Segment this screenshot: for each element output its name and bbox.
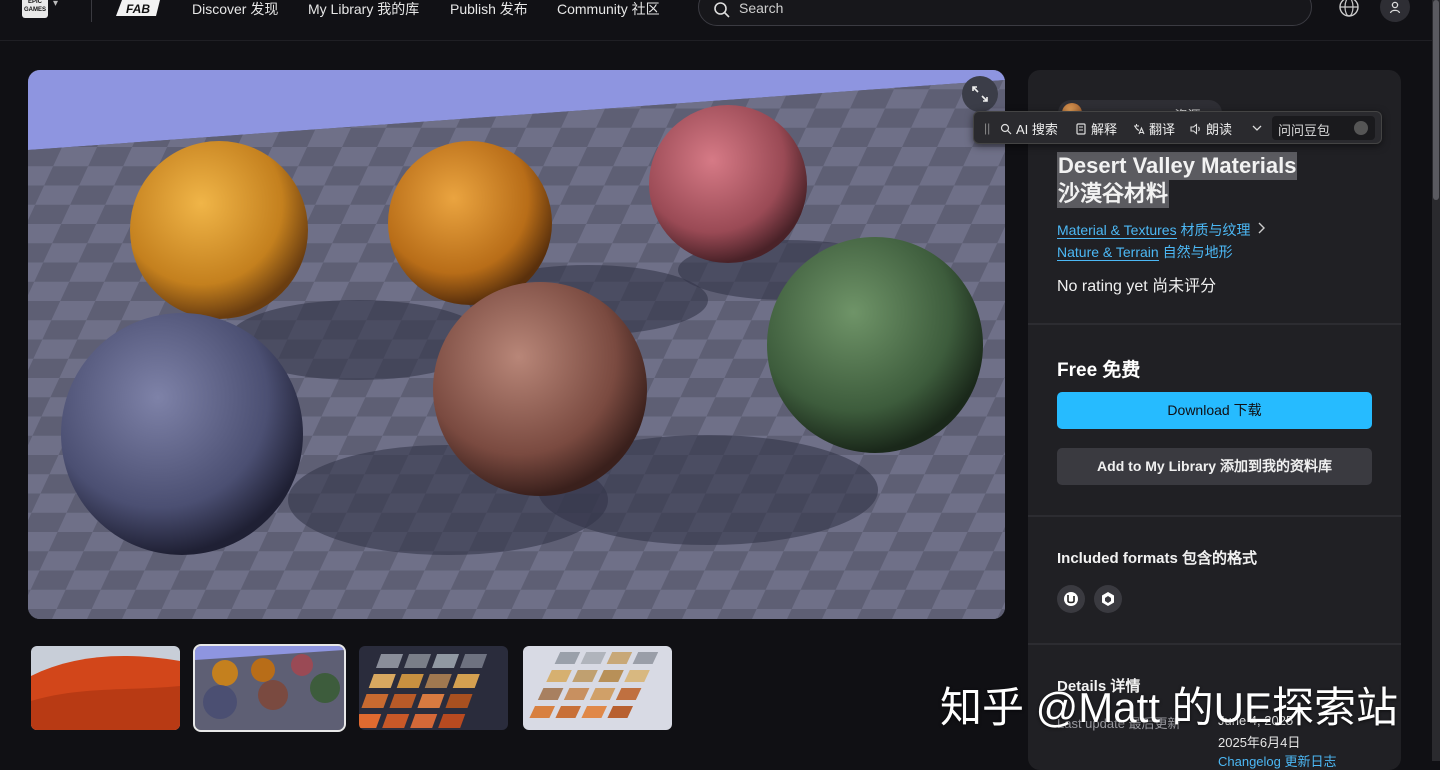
epic-logo-text: EPIC GAMES [23, 0, 46, 13]
globe-icon[interactable] [1338, 0, 1360, 18]
download-button[interactable]: Download 下载 [1057, 392, 1372, 429]
read-aloud-button[interactable]: 朗读 [1190, 119, 1232, 138]
unity-icon[interactable] [1094, 585, 1122, 613]
material-spheres-image [28, 70, 1005, 619]
translate-button[interactable]: 翻译 [1133, 119, 1175, 138]
ai-search-button[interactable]: AI 搜索 [1000, 119, 1058, 138]
search-input[interactable]: Search [698, 0, 1312, 26]
category-label-en: Nature & Terrain [1057, 244, 1159, 261]
thumbnail-material-spheres[interactable] [193, 644, 346, 732]
nav-link-discover[interactable]: Discover 发现 [192, 0, 278, 19]
thumbnail-red-terrain[interactable] [31, 646, 180, 730]
unreal-engine-glyph [1064, 592, 1078, 606]
speaker-icon [1190, 123, 1200, 135]
search-icon [1000, 123, 1012, 135]
main-media-viewer[interactable] [28, 70, 1005, 619]
drag-handle-icon[interactable]: || [984, 121, 990, 135]
translate-icon [1134, 124, 1145, 135]
top-navigation: EPIC GAMES ▾ FAB Discover 发现 My Library … [0, 0, 1432, 41]
fab-logo[interactable]: FAB [114, 0, 162, 20]
rating-text: No rating yet 尚未评分 [1057, 278, 1217, 295]
unity-glyph [1102, 592, 1114, 606]
chevron-down-icon[interactable]: ▾ [53, 0, 58, 9]
page-scrollbar[interactable] [1432, 0, 1440, 761]
explain-button[interactable]: 解释 [1075, 119, 1117, 138]
category-label-cn: 材质与纹理 [1180, 222, 1251, 238]
thumbnail-material-tiles-light[interactable] [523, 646, 672, 730]
document-icon [1076, 123, 1086, 135]
category-link-materials[interactable]: Material & Textures 材质与纹理 [1057, 220, 1250, 240]
read-aloud-label: 朗读 [1206, 122, 1233, 137]
nav-divider [91, 0, 92, 22]
unreal-engine-icon[interactable] [1057, 585, 1085, 613]
thumbnail-image [523, 646, 672, 730]
nav-link-community[interactable]: Community 社区 [557, 0, 660, 19]
section-divider [1028, 515, 1401, 517]
product-title-en: Desert Valley Materials [1057, 152, 1298, 180]
thumbnail-material-tiles-warm[interactable] [359, 646, 508, 730]
ai-question-input[interactable]: 问问豆包 [1272, 116, 1375, 140]
thumbnail-image [195, 646, 344, 730]
thumbnail-image [359, 646, 508, 730]
product-title-cn: 沙漠谷材料 [1057, 180, 1170, 208]
fullscreen-button[interactable] [962, 76, 998, 112]
user-icon [1389, 1, 1401, 14]
send-icon[interactable] [1354, 121, 1368, 135]
search-icon [714, 2, 730, 18]
nav-link-publish[interactable]: Publish 发布 [450, 0, 528, 19]
section-divider [1028, 323, 1401, 325]
ai-input-placeholder: 问问豆包 [1278, 123, 1331, 138]
ai-search-label: AI 搜索 [1016, 122, 1058, 137]
user-avatar[interactable] [1380, 0, 1410, 22]
explain-label: 解释 [1091, 122, 1118, 137]
price-label: Free 免费 [1057, 360, 1141, 381]
translate-label: 翻译 [1149, 122, 1176, 137]
add-to-library-button[interactable]: Add to My Library 添加到我的资料库 [1057, 448, 1372, 485]
chevron-right-icon [1258, 222, 1265, 234]
chevron-down-icon[interactable] [1252, 123, 1262, 133]
watermark-text: 知乎 @Matt 的UE探索站 [940, 684, 1399, 731]
scrollbar-thumb[interactable] [1433, 0, 1439, 200]
ai-assistant-toolbar: || AI 搜索 解释 翻译 朗读 问问豆包 [973, 111, 1382, 144]
product-sidebar: DG Assets DG资源 Desert Valley Materials 沙… [1028, 70, 1401, 770]
thumbnail-image [31, 646, 180, 730]
category-link-nature[interactable]: Nature & Terrain 自然与地形 [1057, 242, 1233, 262]
category-label-cn: 自然与地形 [1162, 244, 1233, 260]
fab-logo-text: FAB [126, 2, 150, 16]
expand-icon [972, 86, 988, 102]
epic-games-logo[interactable]: EPIC GAMES [22, 0, 48, 18]
category-label-en: Material & Textures [1057, 222, 1177, 239]
search-placeholder: Search [739, 0, 784, 16]
nav-link-my-library[interactable]: My Library 我的库 [308, 0, 419, 19]
section-divider [1028, 643, 1401, 645]
formats-heading: Included formats 包含的格式 [1057, 550, 1258, 567]
